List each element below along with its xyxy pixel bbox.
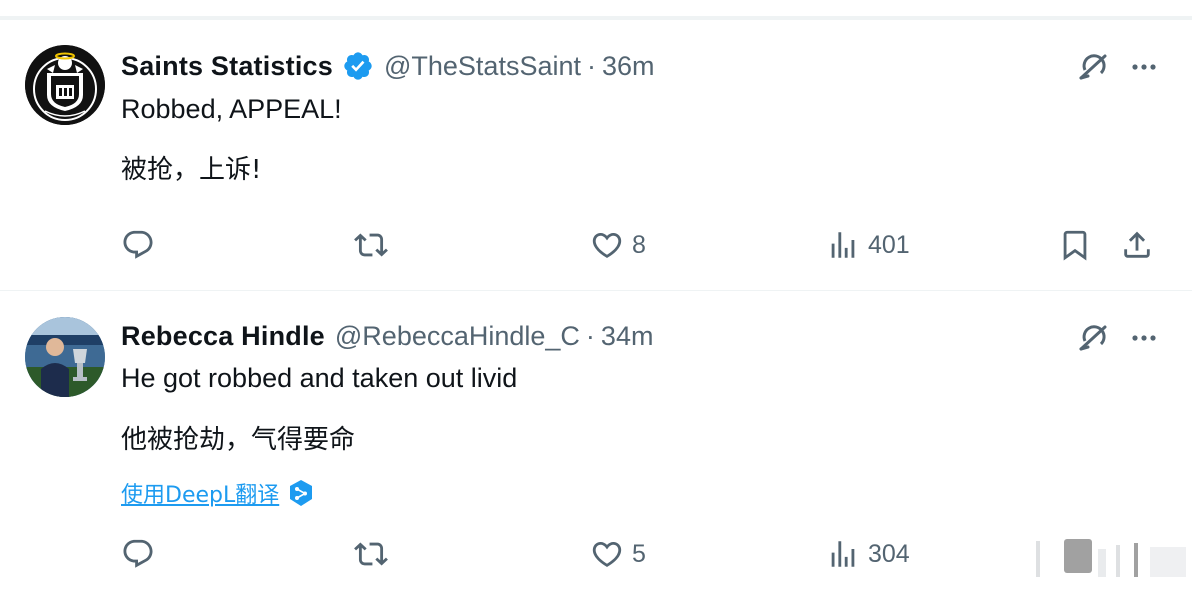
display-name[interactable]: Saints Statistics	[121, 51, 333, 82]
saints-crest-avatar-icon	[25, 45, 105, 125]
like-count: 5	[632, 539, 646, 568]
timestamp[interactable]: 34m	[601, 321, 654, 352]
verified-badge-icon[interactable]	[342, 50, 374, 82]
tweet-text: Robbed, APPEAL!	[121, 94, 342, 124]
more-options-icon[interactable]	[1126, 320, 1162, 356]
retweet-button[interactable]	[354, 537, 396, 571]
tweet-text: He got robbed and taken out livid	[121, 363, 518, 393]
deepl-icon	[288, 479, 314, 507]
tweet-1[interactable]: Saints Statistics @TheStatsSaint · 36m R…	[0, 20, 1192, 291]
grok-icon[interactable]	[1074, 48, 1112, 86]
display-name[interactable]: Rebecca Hindle	[121, 321, 325, 352]
tweet-translation: 他被抢劫，气得要命	[121, 425, 356, 455]
retweet-icon	[354, 542, 388, 566]
views-chart-icon	[831, 232, 855, 258]
tweet-2[interactable]: Rebecca Hindle @RebeccaHindle_C · 34m He…	[0, 291, 1192, 594]
reply-button[interactable]	[121, 228, 163, 262]
translate-link-label[interactable]: 使用DeepL翻译	[121, 477, 279, 509]
reply-icon	[123, 230, 153, 259]
reply-icon	[123, 539, 153, 568]
bookmark-button[interactable]	[1058, 228, 1092, 262]
like-button[interactable]: 8	[590, 228, 646, 262]
tweet-header: Rebecca Hindle @RebeccaHindle_C · 34m	[121, 318, 653, 354]
user-handle[interactable]: @TheStatsSaint	[384, 51, 581, 82]
views-button[interactable]: 401	[826, 228, 910, 262]
translate-link[interactable]: 使用DeepL翻译	[121, 477, 314, 509]
views-chart-icon	[831, 541, 855, 567]
share-button[interactable]	[1120, 228, 1154, 262]
tweet-header: Saints Statistics @TheStatsSaint · 36m	[121, 48, 655, 84]
bookmark-icon	[1063, 230, 1087, 261]
tweet-top-actions	[1074, 319, 1162, 357]
grok-icon[interactable]	[1074, 319, 1112, 357]
reply-button[interactable]	[121, 537, 163, 571]
view-count: 304	[868, 539, 910, 568]
share-icon	[1124, 231, 1150, 258]
more-options-icon[interactable]	[1126, 49, 1162, 85]
watermark-logo	[1030, 539, 1192, 579]
tweet-top-actions	[1074, 48, 1162, 86]
separator-dot: ·	[587, 50, 596, 81]
tweet-translation: 被抢，上诉!	[121, 155, 262, 185]
avatar[interactable]	[25, 45, 105, 125]
retweet-button[interactable]	[354, 228, 396, 262]
heart-icon	[592, 232, 622, 258]
photo-avatar-icon	[25, 317, 105, 397]
separator-dot: ·	[585, 320, 595, 351]
view-count: 401	[868, 230, 910, 259]
user-handle[interactable]: @RebeccaHindle_C	[335, 321, 580, 352]
heart-icon	[592, 541, 622, 567]
avatar[interactable]	[25, 317, 105, 397]
like-button[interactable]: 5	[590, 537, 646, 571]
retweet-icon	[354, 233, 388, 257]
views-button[interactable]: 304	[826, 537, 910, 571]
like-count: 8	[632, 230, 646, 259]
timestamp[interactable]: 36m	[602, 51, 655, 82]
